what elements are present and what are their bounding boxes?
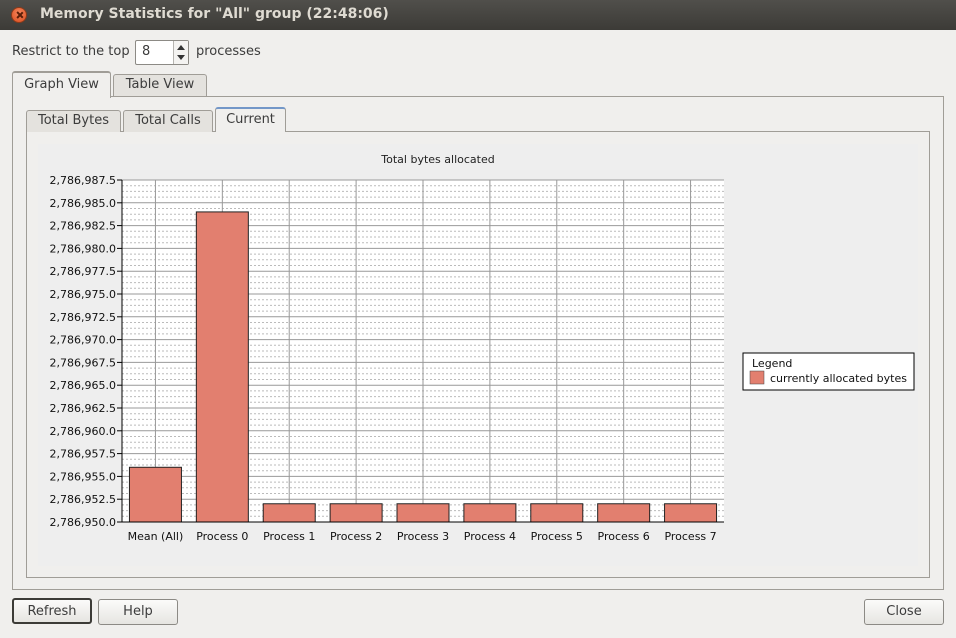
bar-2 bbox=[262, 503, 316, 523]
x-tick-label: Process 2 bbox=[330, 530, 382, 543]
process-count-value[interactable]: 8 bbox=[142, 44, 150, 59]
y-tick-label: 2,786,975.0 bbox=[50, 288, 116, 301]
close-button-label: Close bbox=[886, 604, 922, 619]
y-tick-label: 2,786,962.5 bbox=[50, 402, 116, 415]
spinner-arrows[interactable] bbox=[173, 41, 188, 64]
y-tick-label: 2,786,950.0 bbox=[50, 516, 116, 529]
chart-title: Total bytes allocated bbox=[380, 153, 494, 166]
legend-title: Legend bbox=[752, 357, 792, 370]
y-tick-label: 2,786,977.5 bbox=[50, 265, 116, 278]
y-tick-label: 2,786,952.5 bbox=[50, 493, 116, 506]
help-button[interactable]: Help bbox=[98, 599, 178, 625]
spin-up-icon[interactable] bbox=[177, 45, 185, 50]
memory-statistics-window: Memory Statistics for "All" group (22:48… bbox=[0, 0, 956, 638]
legend-swatch bbox=[749, 370, 765, 385]
processes-label: processes bbox=[196, 44, 261, 59]
refresh-button[interactable]: Refresh bbox=[12, 598, 92, 624]
x-tick-label: Process 6 bbox=[598, 530, 650, 543]
tab-total-bytes[interactable]: Total Bytes bbox=[26, 110, 121, 132]
bar-7 bbox=[597, 503, 651, 523]
y-tick-label: 2,786,965.0 bbox=[50, 379, 116, 392]
bar-6 bbox=[530, 503, 584, 523]
y-tick-label: 2,786,957.5 bbox=[50, 448, 116, 461]
bar-8 bbox=[664, 503, 718, 523]
y-tick-label: 2,786,972.5 bbox=[50, 311, 116, 324]
tab-table-view[interactable]: Table View bbox=[113, 74, 207, 96]
window-close-icon[interactable] bbox=[11, 7, 27, 23]
y-tick-label: 2,786,960.0 bbox=[50, 425, 116, 438]
y-tick-label: 2,786,980.0 bbox=[50, 242, 116, 255]
x-tick-label: Process 5 bbox=[531, 530, 583, 543]
refresh-button-label: Refresh bbox=[27, 604, 77, 619]
y-tick-label: 2,786,970.0 bbox=[50, 334, 116, 347]
x-tick-label: Mean (All) bbox=[128, 530, 184, 543]
x-tick-label: Process 1 bbox=[263, 530, 315, 543]
close-button[interactable]: Close bbox=[864, 599, 944, 625]
x-tick-label: Process 0 bbox=[196, 530, 248, 543]
x-tick-label: Process 7 bbox=[664, 530, 716, 543]
y-tick-label: 2,786,987.5 bbox=[50, 174, 116, 187]
help-button-label: Help bbox=[123, 604, 153, 619]
tab-current[interactable]: Current bbox=[215, 107, 286, 132]
bar-0 bbox=[128, 466, 182, 523]
title-bar: Memory Statistics for "All" group (22:48… bbox=[0, 0, 956, 30]
y-tick-label: 2,786,982.5 bbox=[50, 220, 116, 233]
window-title: Memory Statistics for "All" group (22:48… bbox=[40, 6, 389, 22]
bar-1 bbox=[195, 211, 249, 523]
tab-graph-view[interactable]: Graph View bbox=[12, 71, 111, 98]
x-tick-label: Process 3 bbox=[397, 530, 449, 543]
x-tick-label: Process 4 bbox=[464, 530, 516, 543]
legend-entry: currently allocated bytes bbox=[770, 372, 907, 385]
y-tick-label: 2,786,955.0 bbox=[50, 470, 116, 483]
spin-down-icon[interactable] bbox=[177, 55, 185, 60]
bar-3 bbox=[329, 503, 383, 523]
bar-chart: Total bytes allocated 2,786,950.0 2,786,95… bbox=[50, 153, 915, 543]
chart-area: Total bytes allocated 2,786,950.0 2,786,95… bbox=[38, 144, 918, 566]
y-tick-label: 2,786,985.0 bbox=[50, 197, 116, 210]
bar-5 bbox=[463, 503, 517, 523]
process-count-spinner[interactable]: 8 bbox=[135, 40, 189, 65]
y-tick-label: 2,786,967.5 bbox=[50, 356, 116, 369]
tab-total-calls[interactable]: Total Calls bbox=[123, 110, 213, 132]
restrict-label: Restrict to the top bbox=[12, 44, 130, 59]
bar-4 bbox=[396, 503, 450, 523]
